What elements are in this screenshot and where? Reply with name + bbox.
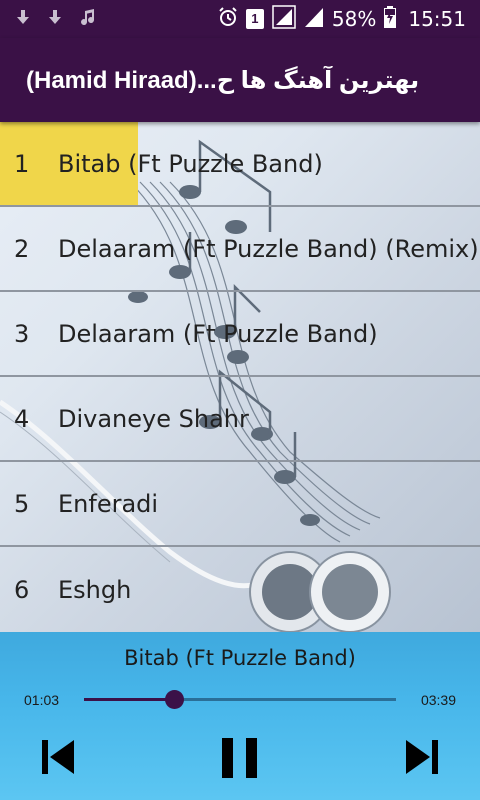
status-bar: 1 58% 15:51 — [0, 0, 480, 38]
now-playing-title: Bitab (Ft Puzzle Band) — [124, 646, 356, 670]
song-number: 4 — [14, 404, 30, 433]
song-row-1[interactable]: 1 Bitab (Ft Puzzle Band) — [0, 122, 480, 207]
song-title: Delaaram (Ft Puzzle Band) (Remix) — [58, 234, 479, 263]
song-title: Divaneye Shahr — [58, 404, 249, 433]
download-icon — [16, 9, 30, 29]
page-title: بهترین آهنگ ها ح...(Hamid Hiraad) — [26, 66, 420, 94]
song-number: 3 — [14, 319, 30, 348]
song-title: Bitab (Ft Puzzle Band) — [58, 149, 323, 178]
music-note-icon — [80, 8, 96, 30]
pause-icon — [222, 738, 257, 778]
seek-bar[interactable] — [84, 690, 396, 709]
seek-bar-progress — [84, 698, 175, 701]
next-button[interactable] — [402, 736, 442, 780]
download-icon — [48, 9, 62, 29]
song-number: 6 — [14, 575, 30, 604]
alarm-icon — [218, 6, 238, 32]
song-row-2[interactable]: 2 Delaaram (Ft Puzzle Band) (Remix) — [0, 207, 480, 292]
current-time: 01:03 — [24, 692, 60, 708]
status-bar-system: 1 58% 15:51 — [218, 4, 480, 34]
signal-icon — [272, 4, 296, 34]
song-number: 2 — [14, 234, 30, 263]
song-row-3[interactable]: 3 Delaaram (Ft Puzzle Band) — [0, 292, 480, 377]
song-number: 1 — [14, 149, 30, 178]
status-bar-notifications — [0, 8, 218, 30]
clock: 15:51 — [408, 7, 466, 31]
sim-icon: 1 — [245, 9, 264, 29]
song-number: 5 — [14, 489, 30, 518]
previous-icon — [42, 740, 74, 774]
seek-bar-thumb[interactable] — [165, 690, 185, 709]
song-title: Delaaram (Ft Puzzle Band) — [58, 319, 378, 348]
song-title: Enferadi — [58, 489, 159, 518]
signal-icon — [304, 6, 324, 33]
app-bar: بهترین آهنگ ها ح...(Hamid Hiraad) — [0, 38, 480, 122]
song-list[interactable]: 1 Bitab (Ft Puzzle Band) 2 Delaaram (Ft … — [0, 122, 480, 632]
total-time: 03:39 — [420, 692, 456, 708]
song-row-4[interactable]: 4 Divaneye Shahr — [0, 377, 480, 462]
pause-button[interactable] — [220, 736, 260, 780]
next-icon — [406, 740, 438, 774]
player-panel: Bitab (Ft Puzzle Band) 01:03 03:39 — [0, 632, 480, 800]
song-row-6[interactable]: 6 Eshgh — [0, 547, 480, 632]
battery-percent: 58% — [331, 7, 377, 31]
song-title: Eshgh — [58, 575, 132, 604]
previous-button[interactable] — [38, 736, 78, 780]
song-row-5[interactable]: 5 Enferadi — [0, 462, 480, 547]
battery-icon — [384, 5, 397, 33]
